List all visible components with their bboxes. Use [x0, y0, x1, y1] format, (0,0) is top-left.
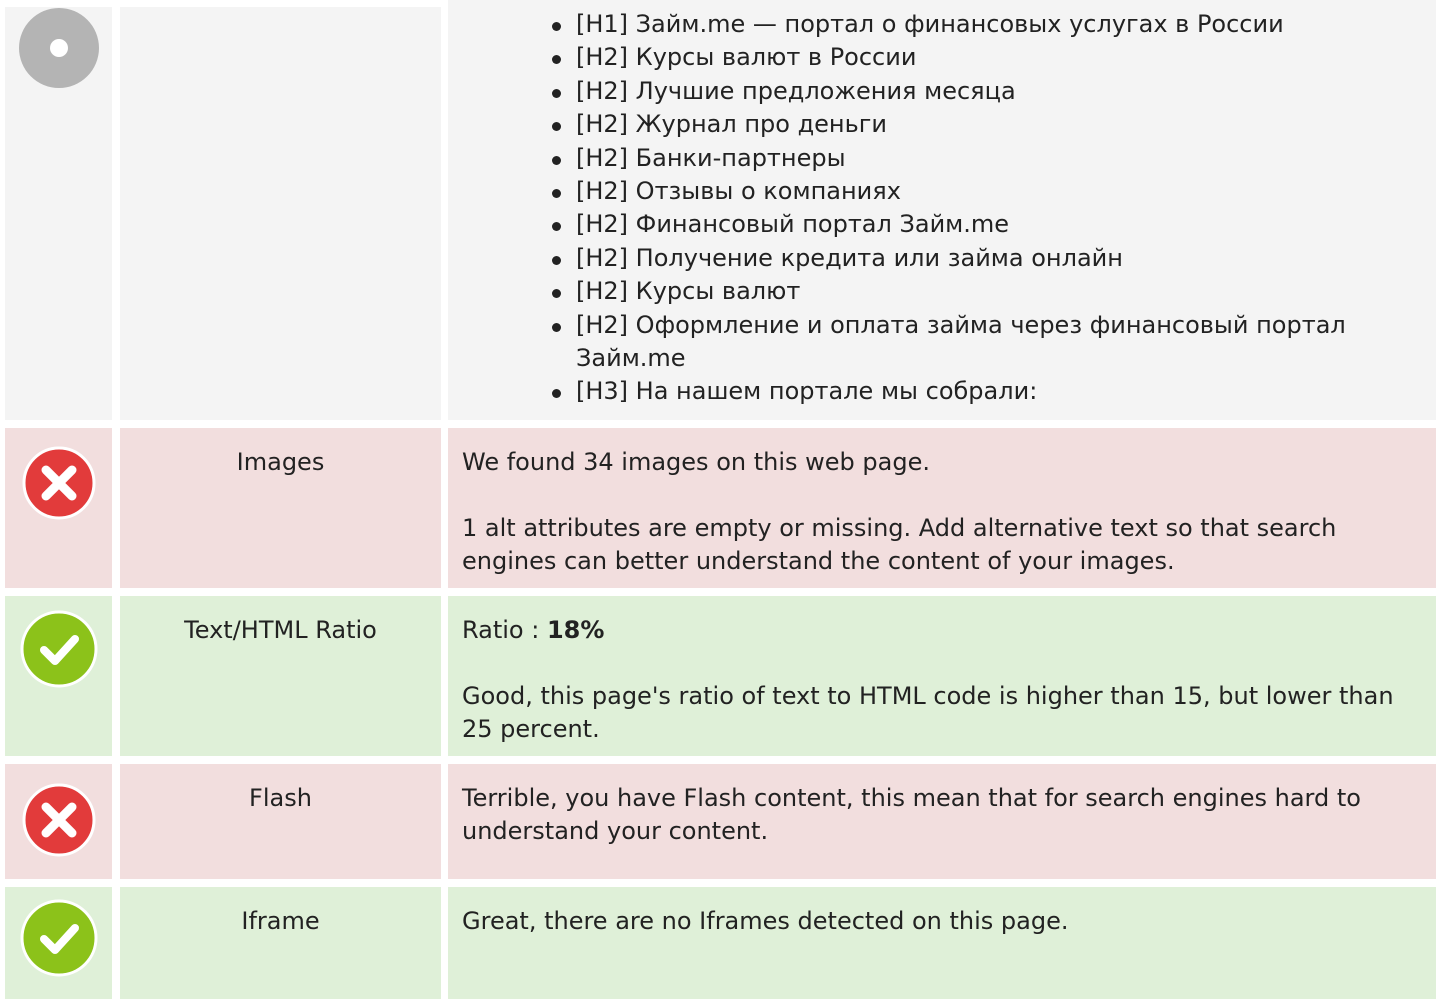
images-icon-cell — [5, 428, 112, 588]
ratio-body: Ratio : 18% Good, this page's ratio of t… — [448, 596, 1436, 756]
ratio-row: Text/HTML Ratio Ratio : 18% Good, this p… — [0, 596, 1445, 756]
list-item: [H2] Банки-партнеры — [552, 142, 1422, 175]
ratio-value-line: Ratio : 18% — [462, 614, 1422, 647]
list-item: [H2] Отзывы о компаниях — [552, 175, 1422, 208]
headings-title-cell — [120, 7, 441, 420]
ratio-icon-cell — [5, 596, 112, 756]
iframe-icon-cell — [5, 887, 112, 999]
ratio-title: Text/HTML Ratio — [120, 596, 441, 756]
list-item: [H2] Получение кредита или займа онлайн — [552, 242, 1422, 275]
headings-body-cell: [H1] Займ.me — портал о финансовых услуг… — [448, 0, 1436, 420]
images-found-text: We found 34 images on this web page. — [462, 448, 930, 476]
iframe-title: Iframe — [120, 887, 441, 999]
images-title: Images — [120, 428, 441, 588]
ratio-label: Ratio : — [462, 616, 547, 644]
error-x-icon — [22, 783, 96, 863]
flash-row: Flash Terrible, you have Flash content, … — [0, 764, 1445, 879]
list-item: [H2] Финансовый портал Займ.me — [552, 208, 1422, 241]
flash-body: Terrible, you have Flash content, this m… — [448, 764, 1436, 879]
list-item: [H2] Курсы валют в России — [552, 41, 1422, 74]
flash-title: Flash — [120, 764, 441, 879]
list-item: [H2] Оформление и оплата займа через фин… — [552, 309, 1422, 376]
list-item: [H2] Журнал про деньги — [552, 108, 1422, 141]
list-item: [H2] Курсы валют — [552, 275, 1422, 308]
headings-icon-cell — [5, 7, 112, 420]
ratio-description: Good, this page's ratio of text to HTML … — [462, 682, 1394, 743]
flash-description: Terrible, you have Flash content, this m… — [462, 784, 1361, 845]
ratio-value: 18% — [546, 616, 605, 644]
check-icon — [20, 610, 98, 694]
list-item: [H2] Лучшие предложения месяца — [552, 75, 1422, 108]
list-item: [H1] Займ.me — портал о финансовых услуг… — [552, 8, 1422, 41]
iframe-description: Great, there are no Iframes detected on … — [462, 907, 1069, 935]
images-row: Images We found 34 images on this web pa… — [0, 428, 1445, 588]
list-item: [H3] На нашем портале мы собрали: — [552, 375, 1422, 408]
iframe-body: Great, there are no Iframes detected on … — [448, 887, 1436, 999]
flash-icon-cell — [5, 764, 112, 879]
info-circle-icon — [18, 7, 100, 95]
check-icon — [20, 899, 98, 983]
headings-row: [H1] Займ.me — портал о финансовых услуг… — [0, 0, 1445, 420]
images-alt-text: 1 alt attributes are empty or missing. A… — [462, 514, 1337, 575]
images-body: We found 34 images on this web page. 1 a… — [448, 428, 1436, 588]
iframe-row: Iframe Great, there are no Iframes detec… — [0, 887, 1445, 999]
error-x-icon — [22, 446, 96, 526]
headings-list: [H1] Займ.me — портал о финансовых услуг… — [462, 8, 1422, 409]
